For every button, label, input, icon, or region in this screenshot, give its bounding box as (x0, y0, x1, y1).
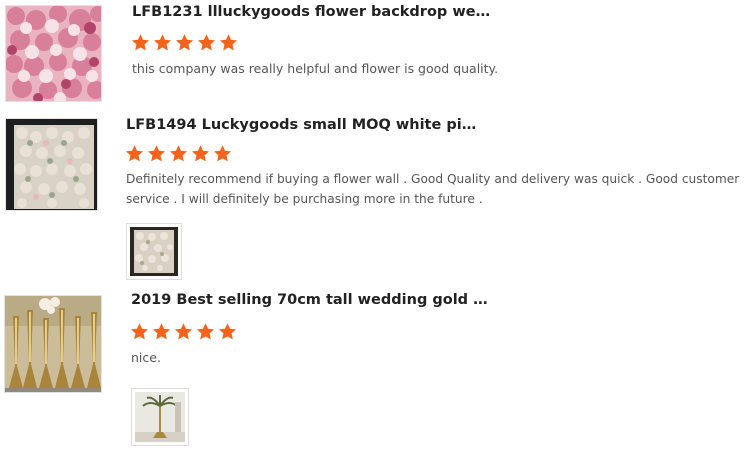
rating-stars (125, 144, 232, 164)
review-item: LFB1494 Luckygoods small MOQ white pink … (0, 110, 750, 285)
star-icon (175, 34, 194, 51)
product-thumbnail[interactable] (4, 295, 102, 393)
product-thumbnail[interactable] (5, 5, 102, 102)
star-icon (130, 323, 149, 340)
review-comment: this company was really helpful and flow… (132, 61, 499, 76)
star-icon (191, 145, 210, 162)
review-comment: Definitely recommend if buying a flower … (126, 172, 740, 206)
pink-flower-wall-photo-icon (6, 6, 101, 101)
star-icon (197, 34, 216, 51)
product-title[interactable]: LFB1231 llluckygoods flower backdrop wed… (132, 2, 492, 22)
review-item: LFB1231 llluckygoods flower backdrop wed… (0, 0, 750, 110)
star-icon (131, 34, 150, 51)
star-icon (219, 34, 238, 51)
star-icon (147, 145, 166, 162)
star-icon (125, 145, 144, 162)
white-pink-flower-wall-photo-icon (6, 119, 97, 210)
gold-candle-holder-photo-icon (5, 296, 101, 392)
review-photo[interactable] (131, 388, 189, 446)
review-comment: nice. (131, 350, 161, 365)
product-title[interactable]: 2019 Best selling 70cm tall wedding gold… (131, 290, 491, 310)
rating-stars (131, 33, 238, 53)
product-title[interactable]: LFB1494 Luckygoods small MOQ white pink … (126, 115, 486, 135)
review-photo[interactable] (126, 223, 182, 280)
star-icon (213, 145, 232, 162)
rating-stars (130, 322, 237, 342)
review-item: 2019 Best selling 70cm tall wedding gold… (0, 285, 750, 450)
star-icon (174, 323, 193, 340)
star-icon (196, 323, 215, 340)
star-icon (218, 323, 237, 340)
star-icon (153, 34, 172, 51)
star-icon (152, 323, 171, 340)
flower-wall-review-photo-icon (130, 227, 178, 276)
palm-centerpiece-review-photo-icon (135, 392, 185, 442)
product-thumbnail[interactable] (5, 118, 98, 211)
star-icon (169, 145, 188, 162)
